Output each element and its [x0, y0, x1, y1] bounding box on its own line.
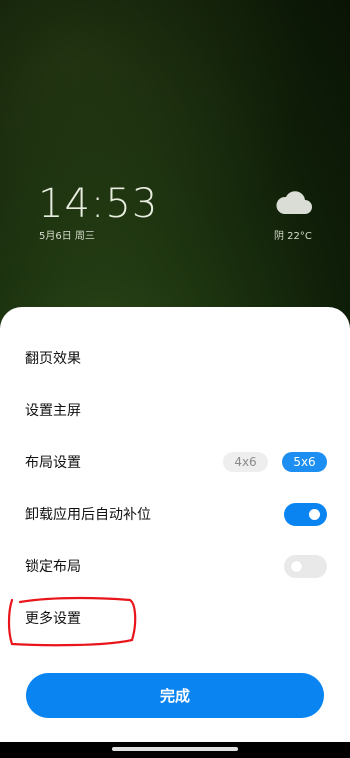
weather-text: 阴 22°C: [274, 231, 312, 242]
toggle-knob: [291, 560, 302, 572]
lock-layout-toggle[interactable]: [284, 554, 327, 578]
toggle-knob: [309, 508, 320, 520]
page-effect-label: 翻页效果: [25, 351, 81, 367]
layout-settings-item: 布局设置 4x6 5x6: [25, 447, 327, 477]
auto-fill-item: 卸载应用后自动补位: [25, 499, 327, 529]
layout-option-4x6[interactable]: 4x6: [223, 452, 268, 472]
lock-layout-item: 锁定布局: [25, 551, 327, 581]
home-indicator[interactable]: [112, 747, 238, 751]
layout-segmented-control: 4x6 5x6: [223, 452, 327, 472]
wallpaper: [0, 0, 350, 320]
set-home-screen-label: 设置主屏: [25, 403, 81, 419]
layout-settings-label: 布局设置: [25, 455, 81, 471]
layout-option-5x6[interactable]: 5x6: [282, 452, 327, 472]
set-home-screen-item[interactable]: 设置主屏: [25, 395, 327, 425]
page-effect-item[interactable]: 翻页效果: [25, 343, 327, 373]
red-highlight-annotation: [7, 596, 137, 647]
lock-layout-label: 锁定布局: [25, 559, 81, 575]
clock-time: 14:53: [38, 181, 159, 227]
clock-date: 5月6日 周三: [39, 231, 95, 242]
auto-fill-label: 卸载应用后自动补位: [25, 507, 151, 523]
auto-fill-toggle[interactable]: [284, 502, 327, 526]
cloud-icon: [276, 191, 312, 214]
launcher-screen: 14:53 5月6日 周三 阴 22°C 翻页效果 设置主屏 布局设置 4x6 …: [0, 0, 350, 758]
done-button[interactable]: 完成: [26, 673, 324, 718]
